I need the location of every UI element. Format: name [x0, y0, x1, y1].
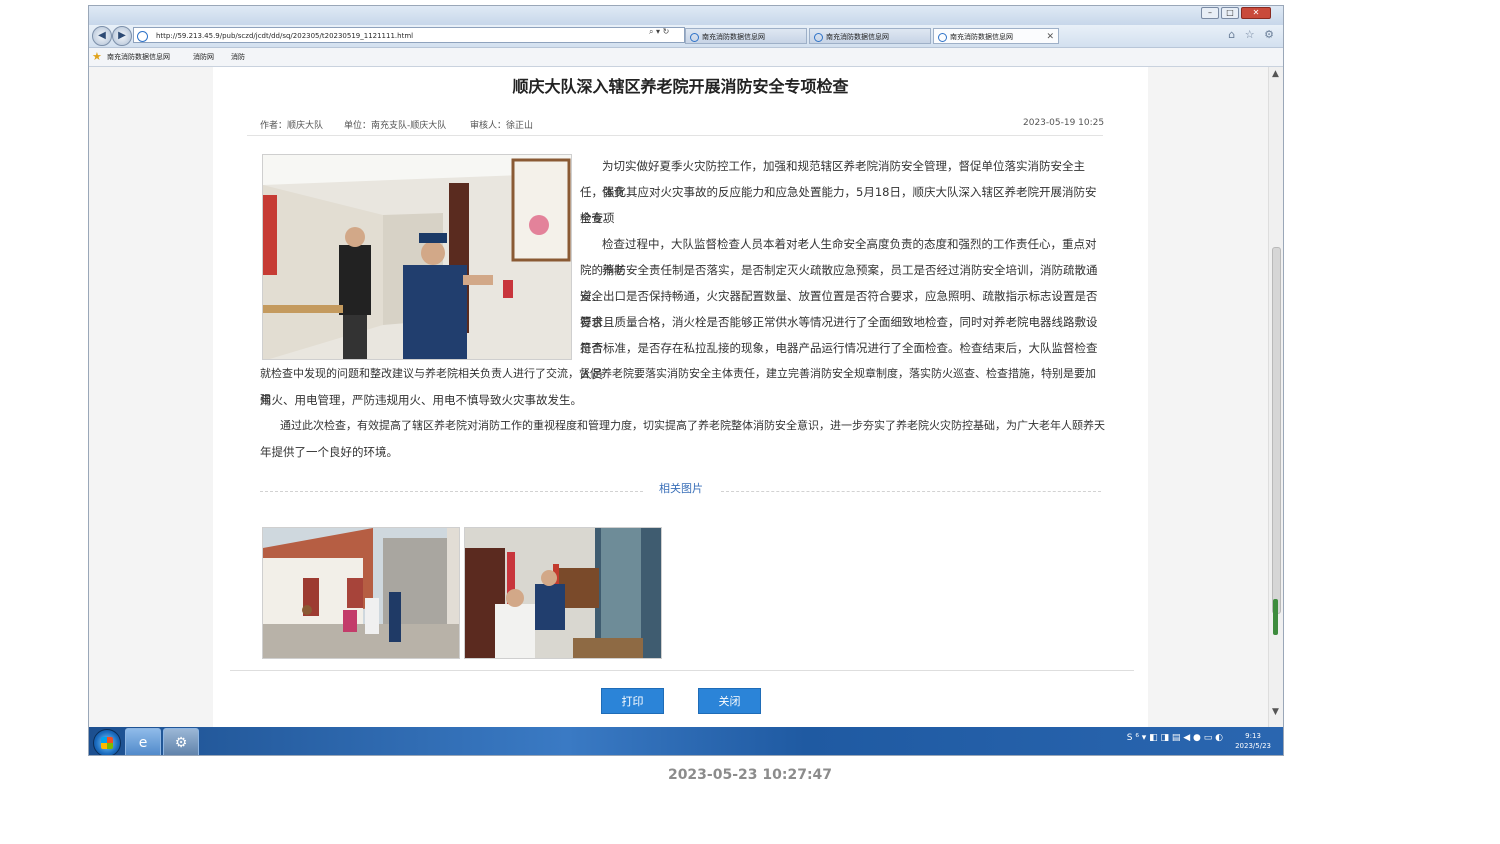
address-tools-icon[interactable]: ⌕ ▾ ↻ [649, 27, 669, 37]
minimize-button[interactable]: – [1201, 7, 1219, 19]
back-button[interactable]: ◀ [92, 26, 112, 46]
article-reviewer: 审核人：徐正山 [470, 121, 534, 131]
article-datetime: 2023-05-19 10:25 [1023, 118, 1105, 128]
close-window-button[interactable]: ✕ [1241, 7, 1271, 19]
window-controls: – □ ✕ [1201, 7, 1271, 19]
scrollbar-grip [1273, 599, 1278, 635]
home-favorites-tools-icons[interactable]: ⌂ ☆ ⚙ [1228, 28, 1277, 41]
favorite-link-1[interactable]: 南充消防数据信息网 [107, 48, 170, 66]
tab-ie-icon [690, 33, 699, 42]
tab-label: 南充消防数据信息网 [950, 33, 1013, 41]
scrollbar-thumb[interactable] [1272, 247, 1281, 614]
para1-line2: 任，强化其应对火灾事故的反应能力和应急处置能力，5月18日，顺庆大队深入辖区养老… [580, 185, 1097, 225]
title-bar: – □ ✕ [89, 6, 1283, 25]
vertical-scrollbar[interactable]: ▲ ▼ [1268, 67, 1283, 727]
tab-ie-icon [814, 33, 823, 42]
favorite-link-3[interactable]: 消防 [231, 48, 245, 66]
para3-line2: 年提供了一个良好的环境。 [260, 445, 398, 459]
browser-tab-3-active[interactable]: 南充消防数据信息网 ✕ [933, 28, 1059, 44]
taskbar: e ⚙ S ⁶ ▾ ◧ ◨ ▤ ◀ ● ▭ ◐ 9:13 2023/5/23 [89, 727, 1283, 755]
related-images-label: 相关图片 [659, 482, 703, 495]
forward-button[interactable]: ▶ [112, 26, 132, 46]
related-image-2[interactable] [464, 527, 662, 659]
para2-line7: 用火、用电管理，严防违规用火、用电不慎导致火灾事故发生。 [260, 393, 582, 407]
address-bar[interactable]: http://59.213.45.9/pub/sczd/jcdt/dd/sq/2… [133, 27, 685, 43]
taskbar-clock[interactable]: 9:13 2023/5/23 [1235, 731, 1271, 751]
favorites-star-icon[interactable]: ★ [92, 48, 102, 66]
para1-line3: 检查。 [580, 211, 615, 225]
tab-label: 南充消防数据信息网 [702, 33, 765, 41]
taskbar-app-icon[interactable]: ⚙ [163, 728, 199, 755]
bottom-divider [230, 670, 1134, 671]
browser-window: – □ ✕ ◀ ▶ http://59.213.45.9/pub/sczd/jc… [88, 5, 1284, 756]
close-button[interactable]: 关闭 [698, 688, 761, 714]
favorite-link-2[interactable]: 消防网 [193, 48, 214, 66]
tab-ie-icon [938, 33, 947, 42]
favorites-bar: ★ 南充消防数据信息网 消防网 消防 [89, 48, 1283, 67]
article-unit: 单位：南充支队-顺庆大队 [344, 121, 447, 131]
clock-date: 2023/5/23 [1235, 742, 1271, 750]
print-button[interactable]: 打印 [601, 688, 664, 714]
ie-page-icon [137, 31, 148, 42]
para3-line1: 通过此次检查，有效提高了辖区养老院对消防工作的重视程度和管理力度，切实提高了养老… [280, 419, 1105, 432]
inspection-photo [262, 154, 572, 360]
meta-divider [247, 135, 1103, 136]
maximize-button[interactable]: □ [1221, 7, 1239, 19]
windows-logo-icon [101, 737, 113, 749]
article-author: 作者：顺庆大队 [260, 121, 324, 131]
scroll-down-icon[interactable]: ▼ [1272, 707, 1279, 717]
browser-tab-1[interactable]: 南充消防数据信息网 [685, 28, 807, 44]
navigation-bar: ◀ ▶ http://59.213.45.9/pub/sczd/jcdt/dd/… [89, 25, 1283, 48]
system-tray-icons[interactable]: S ⁶ ▾ ◧ ◨ ▤ ◀ ● ▭ ◐ [1127, 733, 1223, 743]
article-title: 顺庆大队深入辖区养老院开展消防安全专项检查 [512, 77, 849, 96]
tab-label: 南充消防数据信息网 [826, 33, 889, 41]
related-image-1[interactable] [262, 527, 460, 659]
taskbar-ie-icon[interactable]: e [125, 728, 161, 755]
scroll-up-icon[interactable]: ▲ [1272, 69, 1279, 79]
tab-close-icon[interactable]: ✕ [1046, 29, 1054, 43]
browser-tab-2[interactable]: 南充消防数据信息网 [809, 28, 931, 44]
related-divider-left [260, 491, 643, 492]
start-button[interactable] [93, 729, 121, 755]
screenshot-timestamp: 2023-05-23 10:27:47 [667, 767, 833, 783]
address-text: http://59.213.45.9/pub/sczd/jcdt/dd/sq/2… [156, 32, 414, 40]
clock-time: 9:13 [1245, 732, 1261, 740]
related-divider-right [721, 491, 1101, 492]
page-content: 顺庆大队深入辖区养老院开展消防安全专项检查 作者：顺庆大队 单位：南充支队-顺庆… [89, 67, 1271, 727]
